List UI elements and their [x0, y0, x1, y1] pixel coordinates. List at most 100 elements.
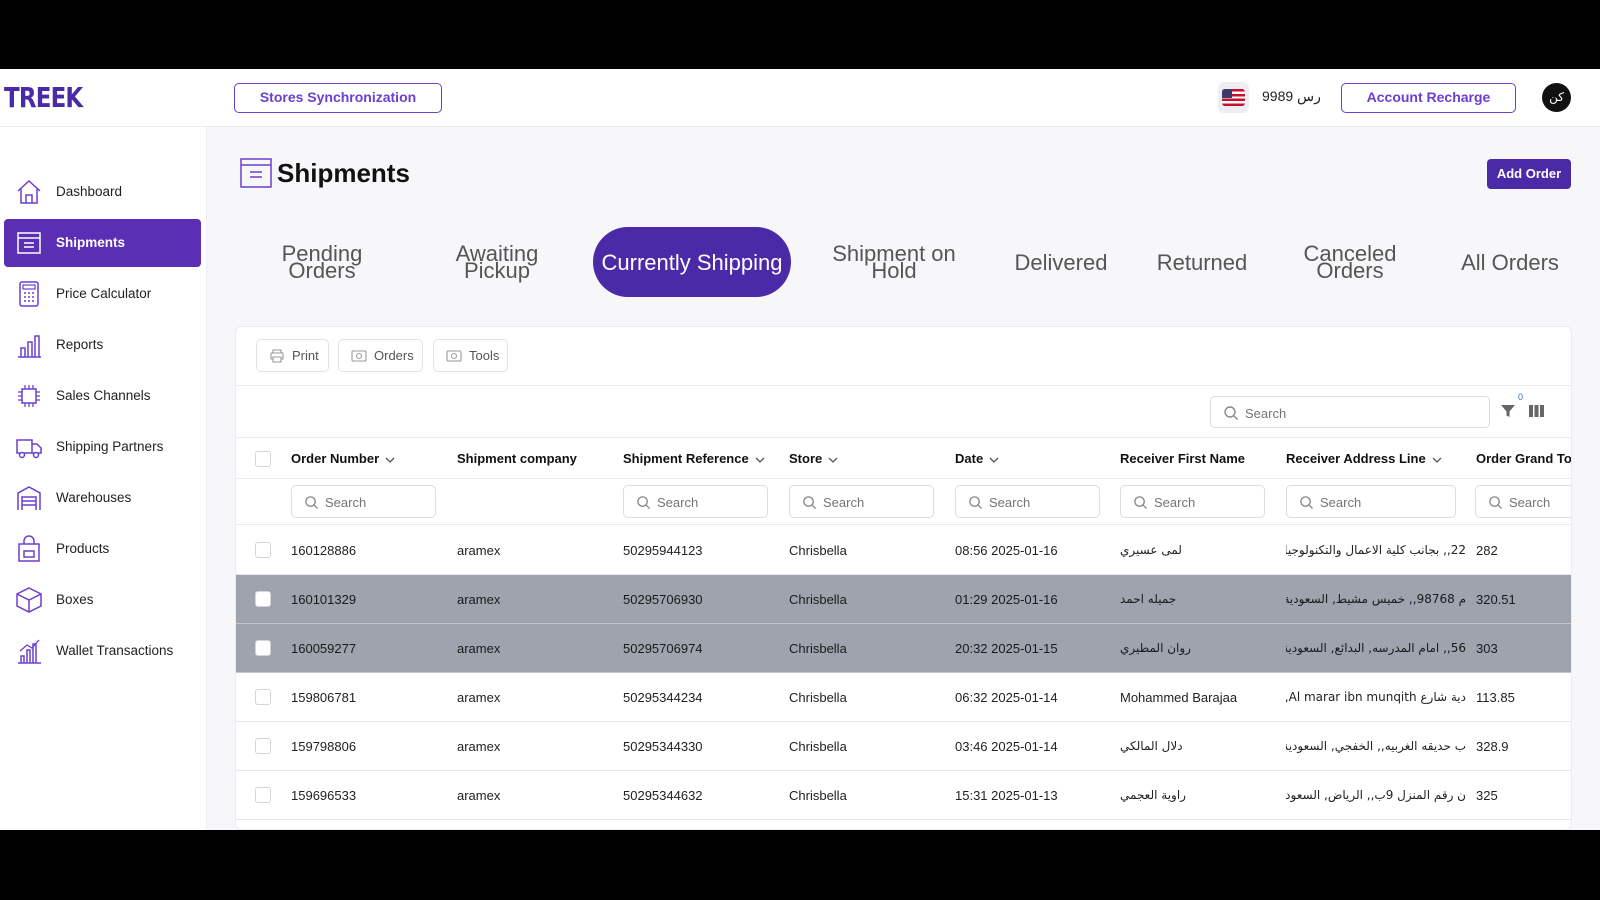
receiver-first-name-search[interactable] [1120, 485, 1265, 518]
store-cell: Chrisbella [789, 543, 847, 558]
sidebar-item-sales-channels[interactable]: Sales Channels [4, 372, 201, 420]
logo[interactable]: TREEK [4, 81, 83, 114]
tab-returned[interactable]: Returned [1137, 227, 1267, 297]
print-button[interactable]: Print [256, 339, 329, 372]
shipment-company-cell: aramex [457, 641, 501, 656]
order-grand-total-cell: 328.9 [1476, 739, 1509, 754]
order-number-search[interactable] [291, 485, 436, 518]
order-grand-total-cell: 303 [1476, 641, 1498, 656]
tools-button[interactable]: Tools [433, 339, 508, 372]
receiver-address-search-input[interactable] [1320, 491, 1425, 513]
tab-all-orders[interactable]: All Orders [1435, 227, 1585, 297]
shipment-reference-search-input[interactable] [657, 491, 762, 513]
letterbox-bottom [0, 830, 1600, 900]
toolbar-divider [236, 385, 1571, 386]
table-row[interactable]: 159696533 aramex 50295344632 Chrisbella … [236, 771, 1571, 820]
table-row[interactable]: 159806781 aramex 50295344234 Chrisbella … [236, 673, 1571, 722]
column-header-receiver-address-line[interactable]: Receiver Address Line [1286, 451, 1442, 466]
sidebar-item-label: Wallet Transactions [56, 643, 174, 658]
chart-icon [18, 639, 41, 664]
receiver-first-name-cell: لمى عسيري [1120, 543, 1182, 557]
sidebar-item-label: Warehouses [56, 490, 132, 505]
wallet-balance: 9989 رس [1262, 88, 1321, 104]
language-selector[interactable] [1218, 82, 1249, 113]
add-order-button[interactable]: Add Order [1487, 159, 1571, 189]
row-checkbox[interactable] [255, 738, 271, 754]
column-filter-row [236, 479, 1571, 525]
column-header-store[interactable]: Store [789, 451, 838, 466]
date-cell: 03:46 2025-01-14 [955, 739, 1058, 754]
shipment-reference-cell: 50295706930 [623, 592, 703, 607]
date-search-input[interactable] [989, 491, 1094, 513]
tab-pending-orders[interactable]: Pending Orders [252, 227, 392, 297]
shipment-reference-cell: 50295944123 [623, 543, 703, 558]
shipment-reference-cell: 50295344330 [623, 739, 703, 754]
tools-icon [446, 349, 462, 362]
column-header-shipment-reference[interactable]: Shipment Reference [623, 451, 765, 466]
shipment-company-cell: aramex [457, 690, 501, 705]
order-grand-total-cell: 320.51 [1476, 592, 1516, 607]
receiver-address-search[interactable] [1286, 485, 1456, 518]
row-checkbox[interactable] [255, 542, 271, 558]
receiver-first-name-search-input[interactable] [1154, 491, 1259, 513]
top-bar: TREEK Stores Synchronization 9989 رس Acc… [0, 69, 1600, 127]
row-checkbox[interactable] [255, 640, 271, 656]
date-search[interactable] [955, 485, 1100, 518]
shipment-reference-search[interactable] [623, 485, 768, 518]
row-checkbox[interactable] [255, 591, 271, 607]
tab-shipment-on-hold[interactable]: Shipment on Hold [811, 227, 977, 297]
receiver-first-name-cell: روان المطيري [1120, 641, 1191, 655]
tab-currently-shipping[interactable]: Currently Shipping [593, 227, 791, 297]
select-all-checkbox[interactable] [255, 451, 271, 467]
date-cell: 06:32 2025-01-14 [955, 690, 1058, 705]
sidebar-item-dashboard[interactable]: Dashboard [4, 168, 201, 216]
sidebar-item-boxes[interactable]: Boxes [4, 576, 201, 624]
account-recharge-button[interactable]: Account Recharge [1341, 83, 1516, 113]
column-header-order-number[interactable]: Order Number [291, 451, 395, 466]
shipments-table-card: Print Orders Tools 0 Order Number [235, 326, 1572, 830]
order-number-cell: 160101329 [291, 592, 357, 607]
order-number-search-input[interactable] [325, 491, 430, 513]
table-row[interactable]: 159798806 aramex 50295344330 Chrisbella … [236, 722, 1571, 771]
sidebar-item-wallet-transactions[interactable]: Wallet Transactions [4, 627, 201, 675]
filter-icon[interactable] [1500, 403, 1516, 419]
tab-canceled-orders[interactable]: Canceled Orders [1280, 227, 1420, 297]
shipment-company-cell: aramex [457, 543, 501, 558]
receiver-address-cell: ب حديقه الغربيه,, الخفجي, السعودية [1286, 739, 1466, 753]
avatar[interactable]: كن [1542, 83, 1571, 112]
sidebar-item-warehouses[interactable]: Warehouses [4, 474, 201, 522]
shipments-page-icon [240, 158, 272, 188]
store-search[interactable] [789, 485, 934, 518]
row-checkbox[interactable] [255, 787, 271, 803]
row-checkbox[interactable] [255, 689, 271, 705]
table-row[interactable]: 160128886 aramex 50295944123 Chrisbella … [236, 526, 1571, 575]
sidebar-item-shipments[interactable]: Shipments [4, 219, 201, 267]
date-cell: 01:29 2025-01-16 [955, 592, 1058, 607]
global-search[interactable] [1210, 396, 1490, 428]
sidebar-item-reports[interactable]: Reports [4, 321, 201, 369]
search-icon [305, 496, 319, 510]
stores-synchronization-button[interactable]: Stores Synchronization [234, 83, 442, 113]
sidebar-item-shipping-partners[interactable]: Shipping Partners [4, 423, 201, 471]
search-icon [1224, 406, 1238, 420]
sidebar: Dashboard Shipments Price Calculator Rep… [0, 127, 207, 830]
receiver-address-cell: ن رقم المنزل 9ب,, الرياض, السعودية [1286, 788, 1466, 802]
order-grand-total-search-input[interactable] [1509, 491, 1571, 513]
sidebar-item-products[interactable]: Products [4, 525, 201, 573]
tab-awaiting-pickup[interactable]: Awaiting Pickup [427, 227, 567, 297]
columns-icon[interactable] [1529, 404, 1544, 418]
orders-button[interactable]: Orders [338, 339, 423, 372]
tab-delivered[interactable]: Delivered [994, 227, 1128, 297]
column-header-date[interactable]: Date [955, 451, 999, 466]
global-search-input[interactable] [1245, 402, 1475, 424]
order-grand-total-search[interactable] [1475, 485, 1571, 518]
store-search-input[interactable] [823, 491, 928, 513]
table-row[interactable]: 160101329 aramex 50295706930 Chrisbella … [236, 575, 1571, 624]
chip-icon [18, 385, 40, 407]
order-grand-total-cell: 325 [1476, 788, 1498, 803]
date-cell: 20:32 2025-01-15 [955, 641, 1058, 656]
table-row[interactable]: 160059277 aramex 50295706974 Chrisbella … [236, 624, 1571, 673]
search-icon [637, 496, 651, 510]
sidebar-item-price-calculator[interactable]: Price Calculator [4, 270, 201, 318]
chevron-down-icon [755, 457, 765, 463]
